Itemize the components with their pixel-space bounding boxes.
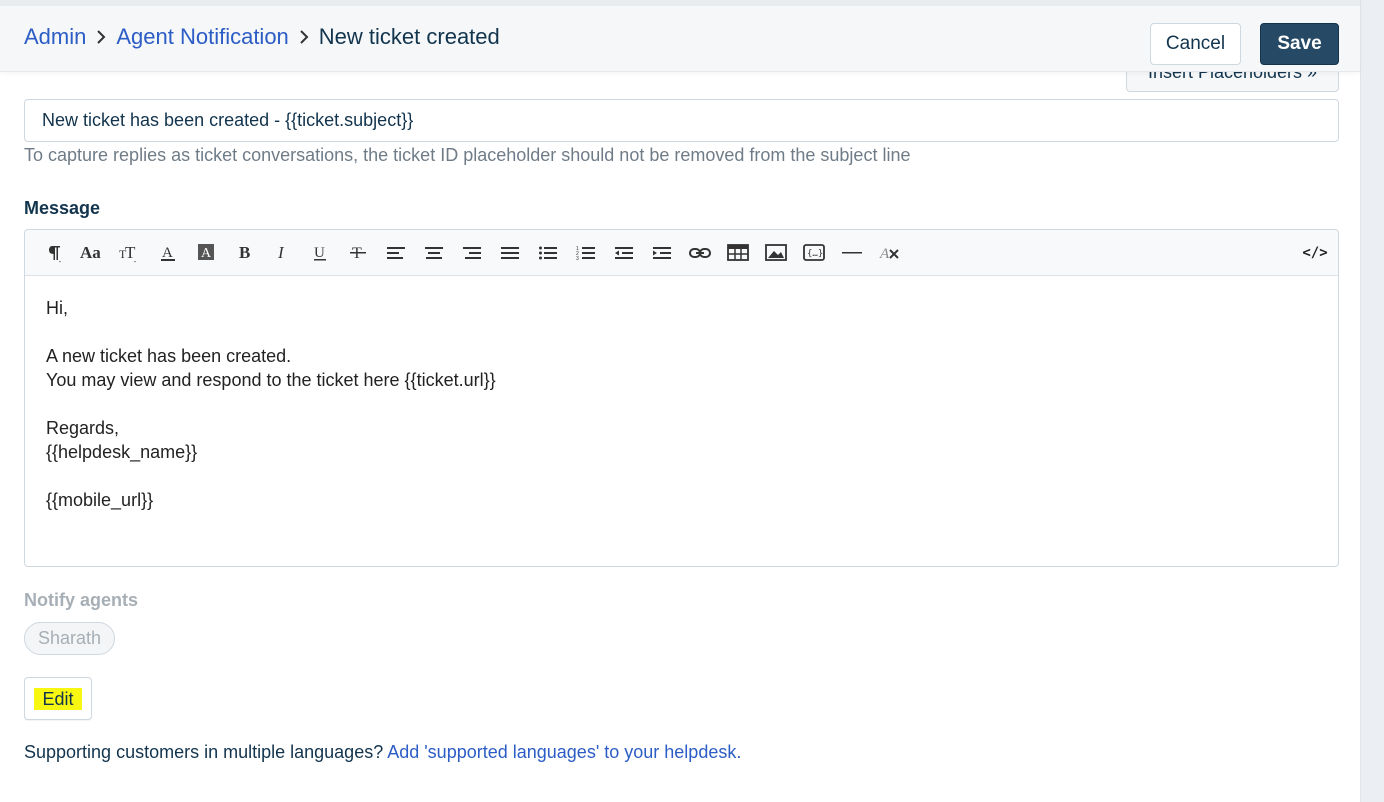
chevron-right-icon <box>96 29 106 45</box>
code-block-icon[interactable]: {…} <box>795 238 833 268</box>
message-line: {{helpdesk_name}} <box>46 442 198 462</box>
unordered-list-icon[interactable] <box>529 238 567 268</box>
ordered-list-icon[interactable]: 123 <box>567 238 605 268</box>
outdent-icon[interactable] <box>605 238 643 268</box>
underline-icon[interactable]: U <box>301 238 339 268</box>
supported-languages-text: Supporting customers in multiple languag… <box>24 742 388 762</box>
edit-button[interactable]: Edit <box>24 677 92 720</box>
supported-languages-note: Supporting customers in multiple languag… <box>24 742 741 763</box>
align-center-icon[interactable] <box>415 238 453 268</box>
bold-icon[interactable]: B <box>225 238 263 268</box>
message-label: Message <box>24 198 101 218</box>
font-family-icon[interactable]: Aa <box>73 238 111 268</box>
message-line: A new ticket has been created. <box>46 346 292 366</box>
strikethrough-icon[interactable]: T <box>339 238 377 268</box>
breadcrumb-admin-link[interactable]: Admin <box>24 24 86 50</box>
message-line: {{mobile_url}} <box>46 490 154 510</box>
table-icon[interactable] <box>719 238 757 268</box>
message-body[interactable]: Hi, A new ticket has been created. You m… <box>25 276 1338 532</box>
message-line: You may view and respond to the ticket h… <box>46 370 496 390</box>
notify-agents-label: Notify agents <box>24 590 139 610</box>
breadcrumb-current-page: New ticket created <box>318 24 500 49</box>
page: Insert Placeholders » Admin Agent Notifi… <box>0 0 1384 802</box>
message-line: Regards, <box>46 418 120 438</box>
svg-text:B: B <box>239 243 250 262</box>
edit-button-label: Edit <box>34 687 82 710</box>
align-justify-icon[interactable] <box>491 238 529 268</box>
message-line: Hi, <box>46 298 68 318</box>
text-color-icon[interactable]: A <box>149 238 187 268</box>
agent-chip: Sharath <box>24 622 115 655</box>
horizontal-rule-icon[interactable] <box>833 238 871 268</box>
svg-text:{…}: {…} <box>807 249 823 259</box>
italic-icon[interactable]: I <box>263 238 301 268</box>
svg-text:3: 3 <box>576 256 579 261</box>
align-left-icon[interactable] <box>377 238 415 268</box>
svg-text:I: I <box>277 243 285 262</box>
clear-formatting-icon[interactable]: A <box>871 238 909 268</box>
scrollbar-gutter[interactable] <box>1360 0 1384 802</box>
editor-toolbar: Aa TT A A B I U T <box>25 230 1338 276</box>
save-button[interactable]: Save <box>1260 23 1339 65</box>
font-size-icon[interactable]: TT <box>111 238 149 268</box>
align-right-icon[interactable] <box>453 238 491 268</box>
svg-text:A: A <box>162 245 173 261</box>
supported-languages-link[interactable]: Add 'supported languages' to your helpde… <box>387 742 741 762</box>
chevron-right-icon <box>299 29 309 45</box>
subject-input[interactable]: New ticket has been created - {{ticket.s… <box>24 99 1339 142</box>
background-color-icon[interactable]: A <box>187 238 225 268</box>
svg-text:T: T <box>125 243 136 262</box>
indent-icon[interactable] <box>643 238 681 268</box>
subject-hint: To capture replies as ticket conversatio… <box>24 145 911 165</box>
subject-input-value: New ticket has been created - {{ticket.s… <box>42 110 414 130</box>
breadcrumb-agent-notification-link[interactable]: Agent Notification <box>116 24 288 50</box>
message-editor: Aa TT A A B I U T <box>24 229 1339 567</box>
code-view-button[interactable]: </> <box>1300 238 1330 268</box>
link-icon[interactable] <box>681 238 719 268</box>
svg-text:A: A <box>879 246 890 262</box>
breadcrumb: Admin Agent Notification New ticket crea… <box>24 24 500 50</box>
image-icon[interactable] <box>757 238 795 268</box>
svg-text:A: A <box>201 246 212 261</box>
top-bar: Admin Agent Notification New ticket crea… <box>0 0 1360 72</box>
cancel-button[interactable]: Cancel <box>1150 23 1241 65</box>
paragraph-format-icon[interactable] <box>35 238 73 268</box>
svg-text:Aa: Aa <box>80 243 101 262</box>
svg-text:U: U <box>314 245 325 261</box>
